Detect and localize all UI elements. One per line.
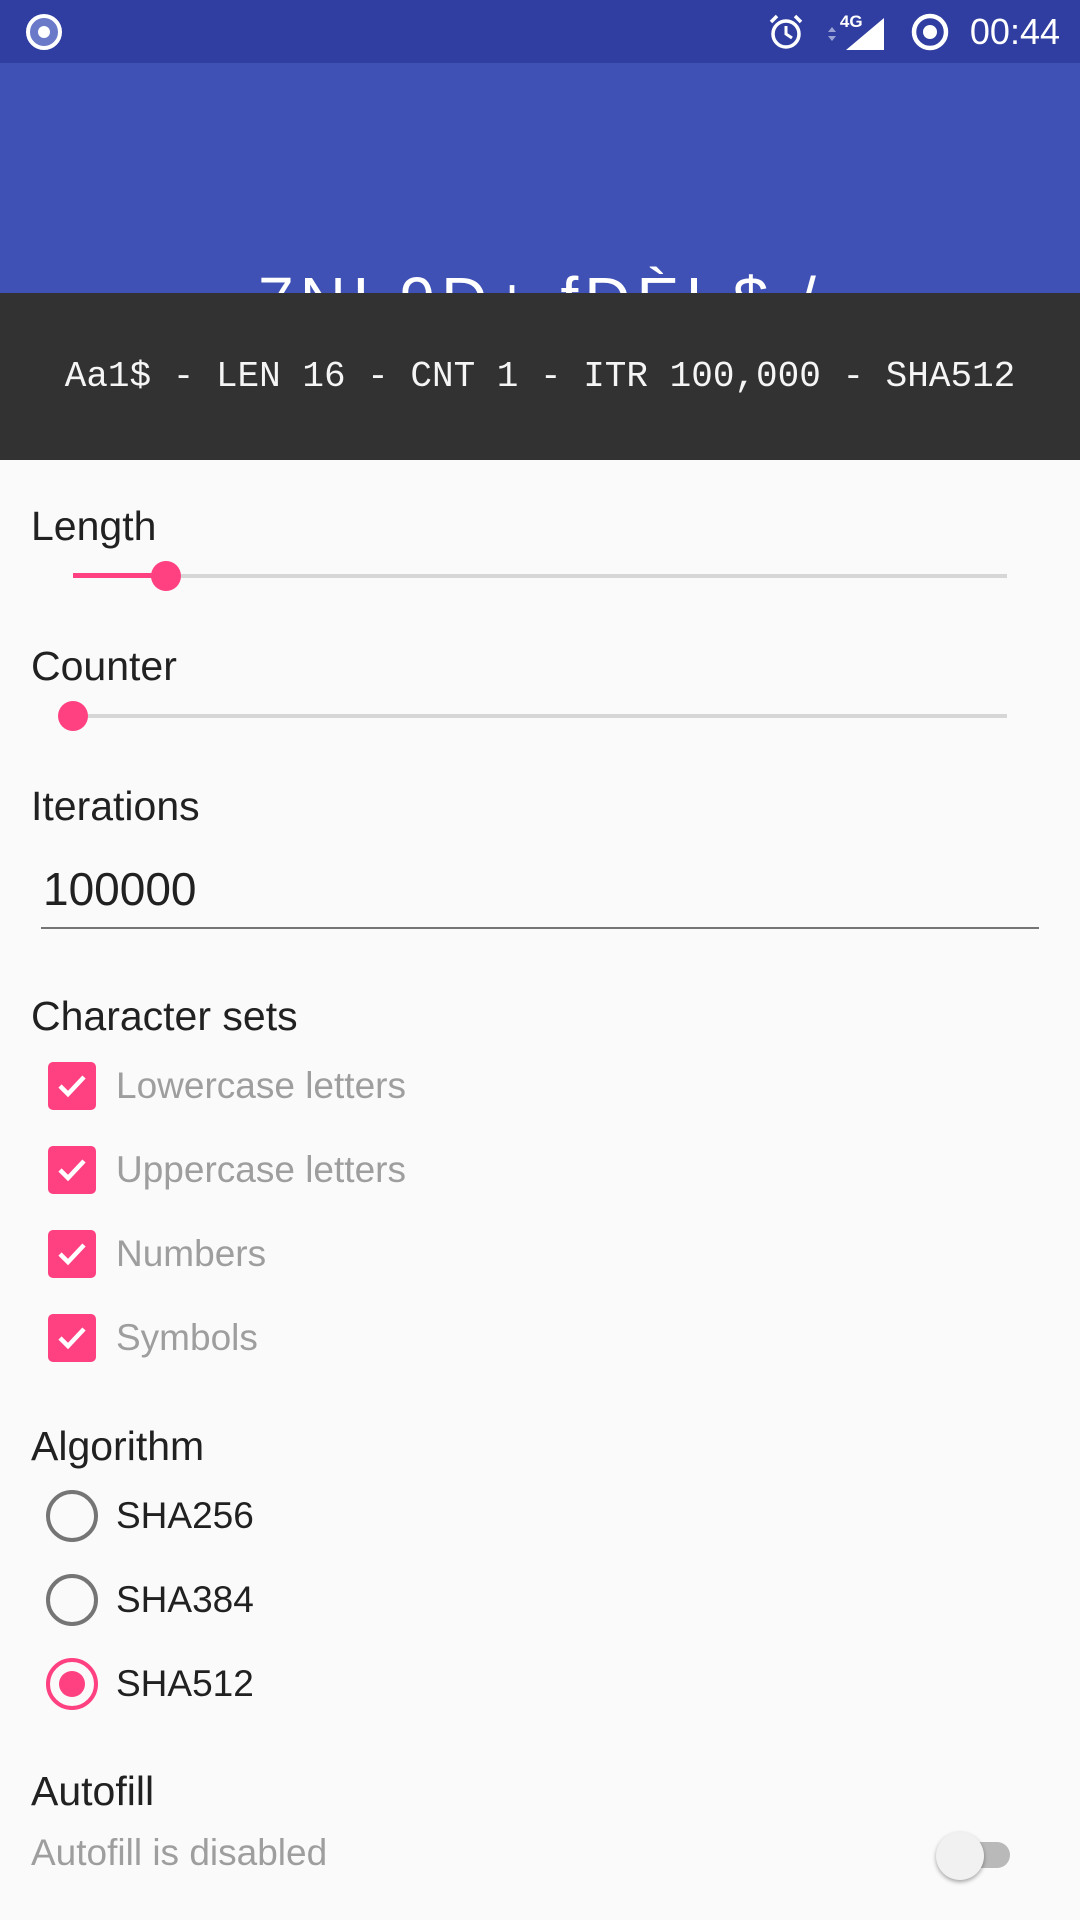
radio-sha512[interactable]: SHA512 (46, 1654, 254, 1714)
autofill-toggle[interactable] (936, 1832, 1018, 1880)
radio-sha384[interactable]: SHA384 (46, 1570, 254, 1630)
slider-thumb[interactable] (151, 561, 182, 591)
character-sets-label: Character sets (31, 993, 298, 1039)
checkbox-checked-icon[interactable] (48, 1146, 96, 1194)
radio-unchecked-icon[interactable] (46, 1574, 98, 1626)
network-type-label: 4G (839, 11, 863, 31)
clock: 00:44 (969, 10, 1060, 52)
slider-track (73, 574, 1007, 578)
counter-label: Counter (31, 643, 177, 689)
slider-track (73, 714, 1007, 718)
algorithm-label: Algorithm (31, 1423, 205, 1469)
checkbox-label: Uppercase letters (116, 1149, 406, 1190)
counter-slider[interactable] (58, 696, 1007, 736)
checkbox-uppercase[interactable]: Uppercase letters (48, 1140, 406, 1200)
radio-label: SHA512 (116, 1663, 254, 1704)
checkbox-checked-icon[interactable] (48, 1230, 96, 1278)
checkbox-label: Symbols (116, 1317, 258, 1358)
radio-label: SHA384 (116, 1579, 254, 1620)
checkbox-checked-icon[interactable] (48, 1062, 96, 1110)
length-label: Length (31, 503, 157, 549)
checkbox-label: Numbers (116, 1233, 267, 1274)
toggle-thumb[interactable] (936, 1832, 984, 1880)
app-notification-icon (26, 14, 62, 50)
iterations-label: Iterations (31, 783, 200, 829)
status-bar: 4G 00:44 (0, 0, 1080, 63)
status-icons: 4G 00:44 (766, 0, 1060, 63)
iterations-underline (41, 927, 1039, 929)
signal-icon: 4G (826, 12, 890, 52)
checkbox-numbers[interactable]: Numbers (48, 1224, 266, 1284)
length-slider[interactable] (73, 556, 1007, 596)
radio-unchecked-icon[interactable] (46, 1490, 98, 1542)
slider-thumb[interactable] (58, 701, 88, 731)
checkbox-lowercase[interactable]: Lowercase letters (48, 1056, 406, 1116)
checkbox-checked-icon[interactable] (48, 1314, 96, 1362)
radio-checked-icon[interactable] (46, 1658, 98, 1710)
iterations-input[interactable]: 100000 (43, 862, 197, 916)
sync-icon (910, 12, 950, 52)
radio-sha256[interactable]: SHA256 (46, 1486, 254, 1546)
autofill-label: Autofill (31, 1768, 155, 1814)
alarm-icon (766, 12, 806, 52)
app-bar: 7NI 9D+ fDÈI $ / (0, 63, 1080, 293)
autofill-status-text: Autofill is disabled (31, 1832, 328, 1873)
checkbox-label: Lowercase letters (116, 1065, 406, 1106)
settings-summary: Aa1$ - LEN 16 - CNT 1 - ITR 100,000 - SH… (0, 293, 1080, 460)
generated-password[interactable]: 7NI 9D+ fDÈI $ / (0, 263, 1080, 293)
radio-label: SHA256 (116, 1495, 254, 1536)
checkbox-symbols[interactable]: Symbols (48, 1308, 258, 1368)
